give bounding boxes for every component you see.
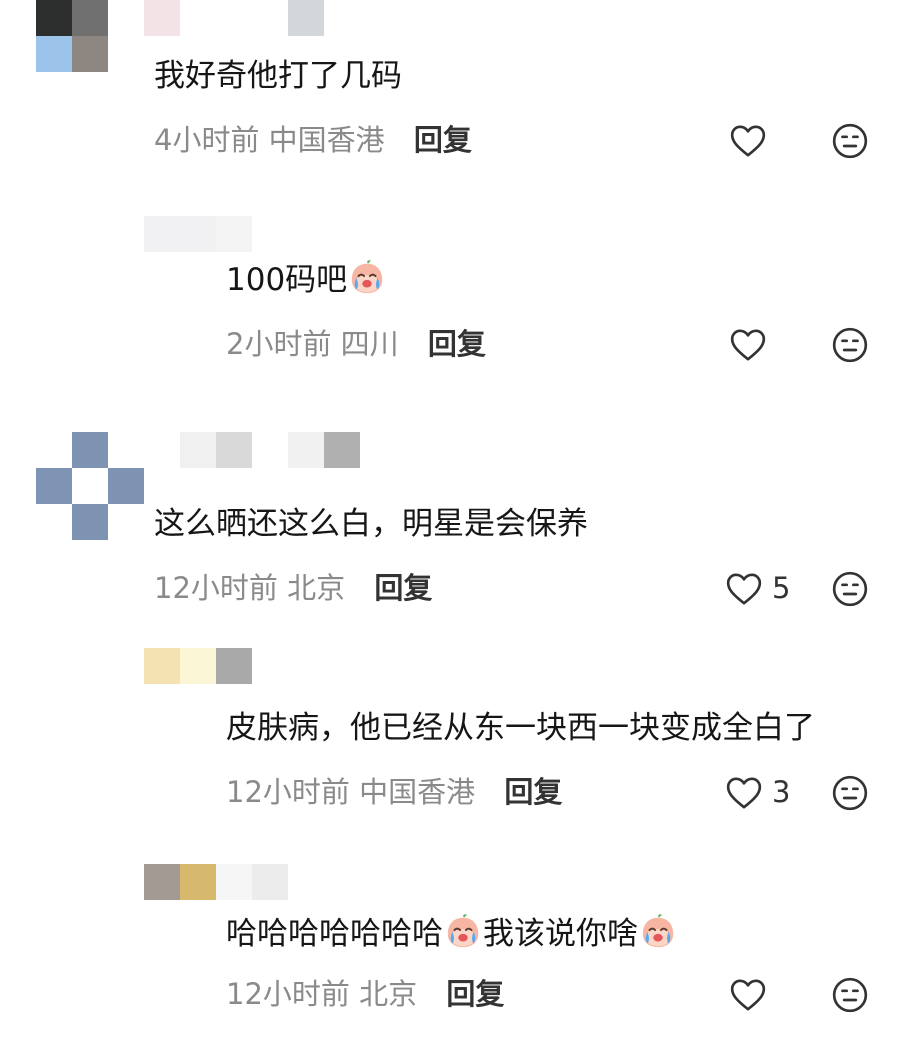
comment-time: 12小时前 bbox=[154, 571, 278, 605]
comment-text: 100码吧 bbox=[226, 258, 387, 300]
username-blurred[interactable] bbox=[180, 432, 360, 468]
comment-meta: 2小时前 四川 回复 bbox=[226, 326, 486, 362]
comment-meta: 12小时前 中国香港 回复 bbox=[226, 774, 562, 810]
neutral-face-icon[interactable] bbox=[830, 975, 870, 1015]
heart-outline-icon[interactable] bbox=[728, 975, 768, 1015]
avatar[interactable] bbox=[36, 0, 108, 72]
neutral-face-icon[interactable] bbox=[830, 569, 870, 609]
comment-meta: 12小时前 北京 回复 bbox=[226, 976, 504, 1012]
neutral-face-icon[interactable] bbox=[830, 773, 870, 813]
comment-text: 我好奇他打了几码 bbox=[154, 58, 402, 94]
comment-meta: 12小时前 北京 回复 bbox=[154, 570, 432, 606]
like-count: 5 bbox=[772, 571, 791, 605]
comment-text: 皮肤病，他已经从东一块西一块变成全白了 bbox=[226, 710, 815, 746]
username-blurred[interactable] bbox=[144, 216, 252, 252]
reply-button[interactable]: 回复 bbox=[504, 775, 562, 809]
username-blurred[interactable] bbox=[144, 0, 324, 36]
comment-text: 哈哈哈哈哈哈哈 我该说你啥 bbox=[226, 912, 678, 954]
comment-time: 12小时前 bbox=[226, 775, 350, 809]
crying-peach-emoji bbox=[642, 914, 674, 948]
comment-location: 四川 bbox=[340, 327, 399, 361]
comment-meta: 4小时前 中国香港 回复 bbox=[154, 122, 472, 158]
comment-time: 2小时前 bbox=[226, 327, 332, 361]
heart-outline-icon[interactable] bbox=[724, 773, 764, 813]
reply-button[interactable]: 回复 bbox=[428, 327, 486, 361]
comment-time: 12小时前 bbox=[226, 977, 350, 1011]
crying-peach-emoji bbox=[447, 914, 479, 948]
comment-location: 中国香港 bbox=[268, 123, 385, 157]
comment-location: 北京 bbox=[359, 977, 418, 1011]
reply-button[interactable]: 回复 bbox=[414, 123, 472, 157]
reply-button[interactable]: 回复 bbox=[374, 571, 432, 605]
comment-text: 这么晒还这么白，明星是会保养 bbox=[154, 506, 588, 542]
heart-outline-icon[interactable] bbox=[724, 569, 764, 609]
neutral-face-icon[interactable] bbox=[830, 325, 870, 365]
comment-time: 4小时前 bbox=[154, 123, 260, 157]
username-blurred[interactable] bbox=[144, 864, 288, 900]
heart-outline-icon[interactable] bbox=[728, 121, 768, 161]
reply-button[interactable]: 回复 bbox=[446, 977, 504, 1011]
comment-location: 中国香港 bbox=[359, 775, 476, 809]
like-count: 3 bbox=[772, 775, 791, 809]
crying-peach-emoji bbox=[351, 260, 383, 294]
heart-outline-icon[interactable] bbox=[728, 325, 768, 365]
neutral-face-icon[interactable] bbox=[830, 121, 870, 161]
avatar[interactable] bbox=[36, 432, 144, 540]
comment-location: 北京 bbox=[287, 571, 346, 605]
username-blurred[interactable] bbox=[144, 648, 252, 684]
